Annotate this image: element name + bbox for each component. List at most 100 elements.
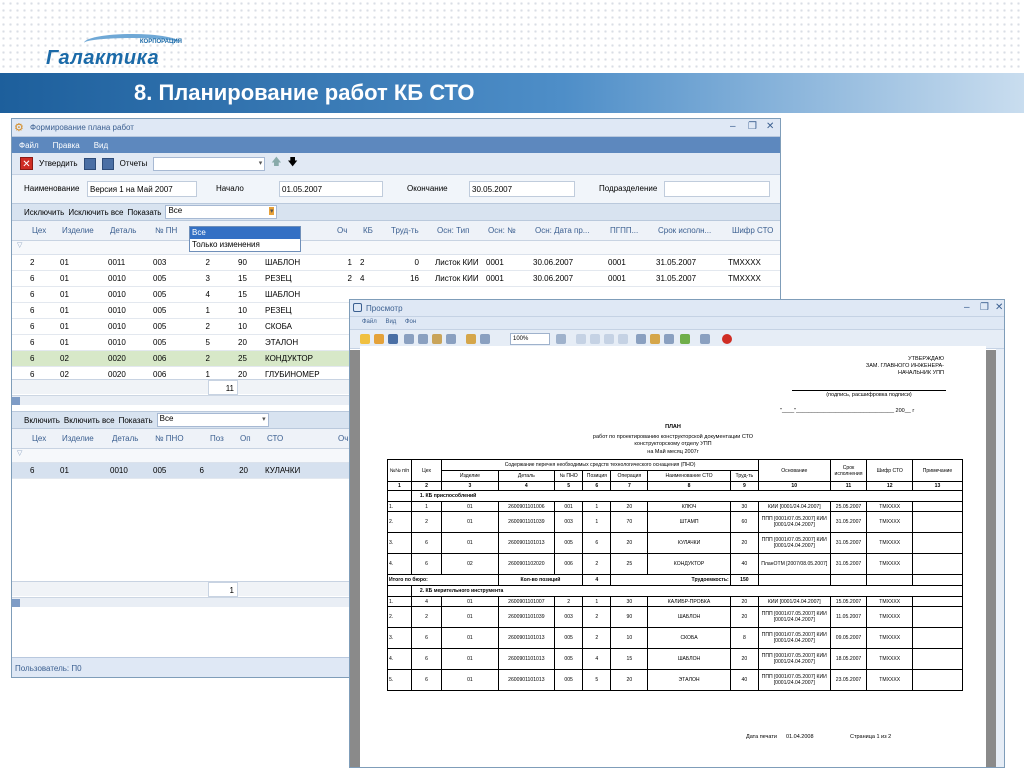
- close-preview-icon[interactable]: [722, 334, 732, 344]
- menu-file[interactable]: Файл: [12, 141, 46, 150]
- col-header[interactable]: Оч: [338, 434, 348, 443]
- edit-icon[interactable]: [650, 334, 660, 344]
- scroll-thumb[interactable]: [12, 397, 20, 405]
- col-header[interactable]: Осн: Дата пр...: [535, 226, 589, 235]
- table-header: Труд-ть: [729, 470, 759, 482]
- print-icon[interactable]: [101, 157, 114, 170]
- table-cell: ТМХХХХ: [866, 669, 913, 691]
- hand-icon[interactable]: [466, 334, 476, 344]
- table-cell: 31.05.2007: [829, 511, 868, 533]
- menu-view[interactable]: Вид: [87, 141, 115, 150]
- close-icon[interactable]: ✕: [766, 121, 774, 132]
- col-header[interactable]: ПГПП...: [610, 226, 638, 235]
- menu-background[interactable]: Фон: [405, 319, 423, 325]
- exclude-all-button[interactable]: Исключить все: [68, 208, 123, 217]
- table-cell: 30: [610, 596, 649, 607]
- dropdown-option-all[interactable]: Все: [190, 227, 300, 239]
- email-icon[interactable]: [700, 334, 710, 344]
- start-date-field[interactable]: 01.05.2007: [279, 181, 383, 197]
- show-combo-value: Все: [168, 206, 183, 215]
- first-page-icon[interactable]: [576, 334, 586, 344]
- table-row[interactable]: 6 01 0010 005 3 15 РЕЗЕЦ 2 4 16 Листок КИИ 0001 30.0…: [12, 271, 780, 287]
- table-cell: 31.05.2007: [829, 532, 868, 554]
- table-cell: 2: [205, 258, 210, 267]
- zoom-in-icon[interactable]: [556, 334, 566, 344]
- minimize-icon[interactable]: –: [964, 302, 970, 313]
- col-header[interactable]: Осн: Тип: [437, 226, 469, 235]
- page-icon[interactable]: [636, 334, 646, 344]
- folder-icon[interactable]: [374, 334, 384, 344]
- col-header[interactable]: Оп: [240, 434, 251, 443]
- menu-view[interactable]: Вид: [385, 319, 403, 325]
- restore-icon[interactable]: ❐: [980, 302, 989, 313]
- col-header[interactable]: Деталь: [110, 226, 136, 235]
- table-cell: 0010: [110, 466, 128, 475]
- col-header[interactable]: Срок исполн...: [658, 226, 711, 235]
- name-field[interactable]: Версия 1 на Май 2007: [87, 181, 197, 197]
- approve-button[interactable]: Утвердить: [39, 159, 78, 168]
- table-header: Изделие: [441, 470, 499, 482]
- vertical-scrollbar[interactable]: [996, 349, 1004, 767]
- close-icon[interactable]: ✕: [995, 302, 1003, 313]
- col-header[interactable]: Оч: [337, 226, 347, 235]
- include-button[interactable]: Включить: [24, 416, 60, 425]
- export-list-icon[interactable]: [680, 334, 690, 344]
- col-header[interactable]: Изделие: [62, 434, 94, 443]
- copy-icon[interactable]: [446, 334, 456, 344]
- col-header[interactable]: Цех: [32, 226, 46, 235]
- page-setup-icon[interactable]: [418, 334, 428, 344]
- dropdown-option-changes[interactable]: Только изменения: [190, 239, 300, 251]
- col-header[interactable]: № ПН: [155, 226, 177, 235]
- col-header[interactable]: КБ: [363, 226, 373, 235]
- col-header[interactable]: Шифр СТО: [732, 226, 773, 235]
- dept-combo[interactable]: [664, 181, 770, 197]
- menu-file[interactable]: Файл: [362, 319, 384, 325]
- watermark-icon[interactable]: [664, 334, 674, 344]
- col-header[interactable]: СТО: [267, 434, 283, 443]
- col-header[interactable]: Деталь: [112, 434, 138, 443]
- col-header[interactable]: № ПНО: [155, 434, 184, 443]
- show-combo[interactable]: Все ▾: [165, 205, 278, 219]
- table-cell: 1: [582, 511, 612, 533]
- table-cell: ШАБЛОН: [265, 258, 301, 267]
- col-header[interactable]: Труд-ть: [391, 226, 419, 235]
- scroll-thumb[interactable]: [12, 599, 20, 607]
- name-label: Наименование: [24, 184, 80, 193]
- menu-edit[interactable]: Правка: [46, 141, 87, 150]
- print-icon[interactable]: [404, 334, 414, 344]
- export-icon[interactable]: [432, 334, 442, 344]
- prev-page-icon[interactable]: [590, 334, 600, 344]
- save-icon[interactable]: [83, 157, 96, 170]
- col-header[interactable]: Поз: [210, 434, 224, 443]
- end-date-field[interactable]: 30.05.2007: [469, 181, 575, 197]
- arrow-up-icon[interactable]: 🡅: [271, 155, 281, 172]
- last-page-icon[interactable]: [618, 334, 628, 344]
- table-row[interactable]: 2 01 0011 003 2 90 ШАБЛОН 1 2 0 Листок КИИ 0001 30.0…: [12, 255, 780, 271]
- table-cell: 15.05.2007: [829, 596, 868, 607]
- table-cell: 4: [410, 596, 443, 607]
- save-icon[interactable]: [388, 334, 398, 344]
- total-count-label: Кол-во позиций: [497, 574, 584, 586]
- include-all-button[interactable]: Включить все: [64, 416, 115, 425]
- col-header[interactable]: Цех: [32, 434, 46, 443]
- filter-row[interactable]: ▽: [12, 241, 780, 255]
- reports-combo[interactable]: ▾: [153, 156, 266, 171]
- zoom-select[interactable]: 100%: [510, 333, 550, 345]
- restore-icon[interactable]: ❐: [748, 121, 757, 132]
- open-icon[interactable]: [360, 334, 370, 344]
- report-page: УТВЕРЖДАЮ ЗАМ. ГЛАВНОГО ИНЖЕНЕРА- НАЧАЛЬ…: [360, 346, 986, 767]
- reports-button[interactable]: Отчеты: [120, 159, 148, 168]
- next-page-icon[interactable]: [604, 334, 614, 344]
- show-combo-2[interactable]: Все ▾: [156, 413, 269, 427]
- zoom-icon[interactable]: [480, 334, 490, 344]
- table-cell: ППП [0001/07.05.2007] КИИ [0001/24.04.20…: [757, 648, 831, 670]
- delete-icon[interactable]: ✕: [20, 157, 33, 170]
- table-cell: 6: [410, 553, 443, 575]
- logo-subtitle: КОРПОРАЦИЯ: [139, 39, 182, 45]
- minimize-icon[interactable]: –: [730, 121, 736, 132]
- exclude-button[interactable]: Исключить: [24, 208, 64, 217]
- col-header[interactable]: Осн: №: [488, 226, 516, 235]
- toolbar: ✕ Утвердить Отчеты ▾ 🡅 🡇: [12, 153, 780, 175]
- arrow-down-icon[interactable]: 🡇: [288, 155, 298, 172]
- col-header[interactable]: Изделие: [62, 226, 94, 235]
